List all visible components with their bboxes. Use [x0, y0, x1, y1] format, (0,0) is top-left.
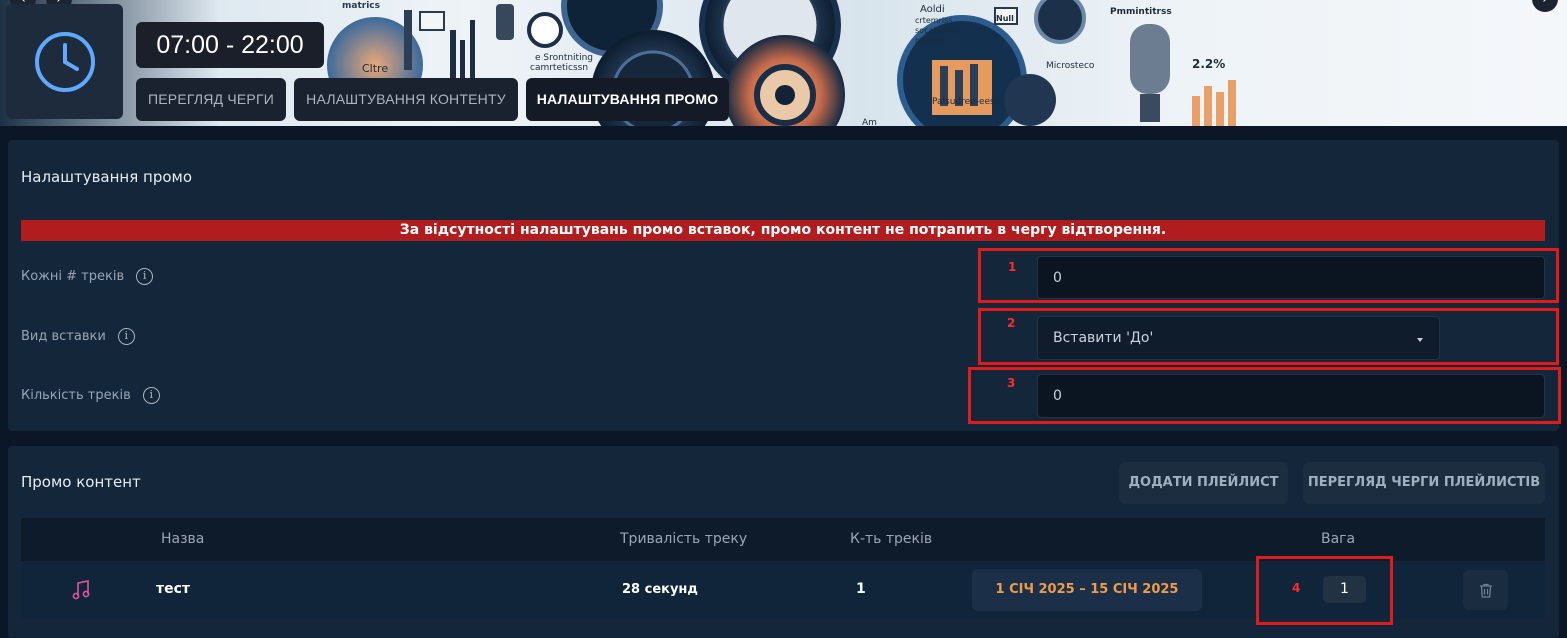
- info-icon[interactable]: i: [117, 328, 135, 345]
- banner-text-9: 2.2%: [1192, 57, 1225, 71]
- annotation-number-1: 1: [1008, 260, 1017, 274]
- annotation-box-4: [1256, 556, 1393, 625]
- view-playlist-queue-button[interactable]: ПЕРЕГЛЯД ЧЕРГИ ПЛЕЙЛИСТІВ: [1303, 462, 1545, 504]
- banner-text-7: Microsteco: [1046, 61, 1095, 71]
- time-range-display: 07:00 - 22:00: [136, 22, 324, 68]
- music-note-icon: [72, 580, 90, 600]
- banner-text-4: socahtionip: [915, 26, 961, 35]
- add-playlist-button[interactable]: ДОДАТИ ПЛЕЙЛИСТ: [1119, 462, 1288, 504]
- header-banner: matrics Aoldi crtemriss socahtionip pear…: [0, 0, 1567, 126]
- every-n-tracks-label: Кожні # треків i: [21, 268, 154, 285]
- annotation-number-4: 4: [1292, 581, 1301, 595]
- banner-text-6: Null: [996, 14, 1014, 23]
- annotation-box-1: [978, 248, 1559, 303]
- info-icon[interactable]: i: [136, 268, 154, 285]
- track-duration: 28 секунд: [622, 582, 698, 597]
- promo-content-title: Промо контент: [21, 473, 141, 491]
- banner-text-1: matrics: [342, 1, 380, 11]
- column-weight: Вага: [1321, 531, 1356, 547]
- date-range-chip[interactable]: 1 СІЧ 2025 – 15 СІЧ 2025: [972, 569, 1202, 611]
- track-count-label-text: Кількість треків: [21, 388, 131, 403]
- track-count-label: Кількість треків i: [21, 387, 160, 404]
- annotation-number-2: 2: [1007, 316, 1016, 330]
- annotation-number-3: 3: [1007, 376, 1016, 390]
- banner-text-10: Cltre: [362, 62, 388, 75]
- tab-promo-settings[interactable]: НАЛАШТУВАННЯ ПРОМО: [526, 78, 729, 121]
- column-name: Назва: [161, 531, 205, 547]
- promo-settings-title: Налаштування промо: [21, 168, 193, 186]
- delete-button[interactable]: [1463, 570, 1508, 610]
- promo-warning-banner: За відсутності налаштувань промо вставок…: [21, 220, 1545, 241]
- promo-table-header: Назва Тривалість треку К-ть треків Вага: [21, 518, 1545, 561]
- banner-text-2: Aoldi: [920, 4, 945, 15]
- tab-content-settings[interactable]: НАЛАШТУВАННЯ КОНТЕНТУ: [294, 78, 518, 121]
- insert-type-label-text: Вид вставки: [21, 329, 106, 344]
- column-track-count: К-ть треків: [850, 531, 933, 547]
- track-count: 1: [856, 581, 866, 597]
- tab-queue-view[interactable]: ПЕРЕГЛЯД ЧЕРГИ: [136, 78, 286, 121]
- clock-tile: [6, 4, 123, 119]
- banner-text-12: camrteticssn: [530, 63, 588, 73]
- banner-text-8: Pmmintitrss: [1110, 7, 1172, 17]
- info-icon[interactable]: i: [142, 387, 160, 404]
- track-name: тест: [156, 581, 191, 597]
- clock-icon: [34, 31, 95, 92]
- insert-type-label: Вид вставки i: [21, 328, 135, 345]
- banner-text-14: Am: [862, 118, 877, 126]
- banner-text-3: crtemriss: [915, 16, 952, 25]
- chevron-right-icon: ›: [1542, 0, 1548, 7]
- banner-text-5: pearrtes: [915, 36, 949, 45]
- banner-text-11: e Srontniting: [535, 53, 593, 63]
- every-n-tracks-label-text: Кожні # треків: [21, 269, 125, 284]
- annotation-box-3: [968, 367, 1561, 424]
- trash-icon: [1479, 583, 1492, 598]
- annotation-box-2: [978, 308, 1559, 365]
- banner-text-13: Palsudree-eeso: [932, 97, 1001, 107]
- column-duration: Тривалість треку: [620, 531, 748, 547]
